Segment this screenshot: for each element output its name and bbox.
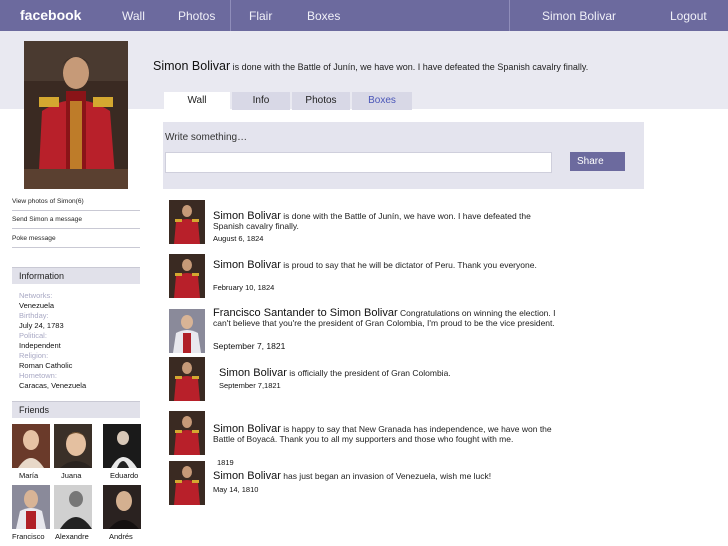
friend-photo	[103, 485, 141, 529]
profile-status-line: Simon Bolivar is done with the Battle of…	[153, 59, 588, 73]
friend-avatar[interactable]	[103, 485, 141, 529]
wall-post-body: Simon Bolivar has just began an invasion…	[213, 470, 558, 482]
santander-thumbnail	[169, 309, 205, 353]
write-something-label: Write something…	[165, 132, 248, 143]
friend-name[interactable]: María	[19, 471, 38, 480]
post-author-avatar[interactable]	[169, 309, 205, 353]
post-author-name[interactable]: Simon Bolivar	[213, 259, 281, 271]
bolivar-thumbnail	[169, 461, 205, 505]
profile-status-text: is done with the Battle of Junín, we hav…	[232, 62, 589, 72]
share-button[interactable]: Share	[570, 152, 625, 171]
top-navigation-bar: facebook Wall Photos Flair Boxes Simon B…	[0, 0, 728, 31]
post-text: is proud to say that he will be dictator…	[283, 260, 537, 270]
bolivar-thumbnail	[169, 411, 205, 455]
information-header: Information	[12, 267, 140, 284]
post-date: September 7,1821	[219, 381, 281, 390]
nav-photos-link[interactable]: Photos	[178, 9, 215, 23]
tab-info[interactable]: Info	[232, 92, 290, 110]
poke-link[interactable]: Poke message	[12, 235, 140, 248]
bolivar-thumbnail	[169, 254, 205, 298]
nav-divider	[230, 0, 231, 31]
wall-post-body: Simon Bolivar is proud to say that he wi…	[213, 259, 558, 271]
friend-photo	[12, 485, 50, 529]
friend-photo	[12, 424, 50, 468]
post-date: May 14, 1810	[213, 485, 259, 494]
info-religion-value: Roman Catholic	[19, 361, 73, 370]
friend-name[interactable]: Alexandre	[55, 532, 89, 541]
friend-name[interactable]: Juana	[61, 471, 81, 480]
wall-post-body: Francisco Santander to Simon Bolivar Con…	[213, 308, 558, 329]
friend-avatar[interactable]	[54, 424, 92, 468]
info-birthday-label: Birthday:	[19, 311, 49, 320]
nav-flair-link[interactable]: Flair	[249, 9, 272, 23]
post-author-name[interactable]: Simon Bolivar	[219, 367, 287, 379]
profile-portrait-image	[24, 41, 128, 189]
friend-name[interactable]: Andrés	[109, 532, 133, 541]
info-religion-label: Religion:	[19, 351, 49, 360]
info-political-label: Political:	[19, 331, 47, 340]
friends-header: Friends	[12, 401, 140, 418]
wall-post-input[interactable]	[165, 152, 552, 173]
nav-wall-link[interactable]: Wall	[122, 9, 145, 23]
post-author-avatar[interactable]	[169, 461, 205, 505]
nav-user-link[interactable]: Simon Bolivar	[542, 9, 616, 23]
info-birthday-value: July 24, 1783	[19, 321, 64, 330]
nav-boxes-link[interactable]: Boxes	[307, 9, 340, 23]
profile-name[interactable]: Simon Bolivar	[153, 59, 230, 73]
tab-wall[interactable]: Wall	[164, 92, 230, 110]
view-photos-link[interactable]: View photos of Simon(6)	[12, 198, 140, 211]
info-political-value: Independent	[19, 341, 61, 350]
facebook-logo[interactable]: facebook	[20, 7, 81, 23]
info-hometown-label: Hometown:	[19, 371, 57, 380]
post-author-name[interactable]: Simon Bolivar	[213, 470, 281, 482]
post-author-avatar[interactable]	[169, 411, 205, 455]
post-text: has just began an invasion of Venezuela,…	[283, 471, 492, 481]
friend-avatar[interactable]	[103, 424, 141, 468]
tab-photos[interactable]: Photos	[292, 92, 350, 110]
profile-picture[interactable]	[24, 41, 128, 189]
info-networks-value[interactable]: Venezuela	[19, 301, 54, 310]
nav-divider	[509, 0, 510, 31]
post-author-avatar[interactable]	[169, 200, 205, 244]
bolivar-thumbnail	[169, 357, 205, 401]
post-date: February 10, 1824	[213, 283, 275, 292]
wall-post-body: Simon Bolivar is officially the presiden…	[219, 367, 564, 379]
logout-link[interactable]: Logout	[670, 9, 707, 23]
friend-photo	[103, 424, 141, 468]
tab-boxes[interactable]: Boxes	[352, 92, 412, 110]
post-author-avatar[interactable]	[169, 357, 205, 401]
post-date: September 7, 1821	[213, 341, 286, 351]
wall-publisher: Write something… Share	[163, 122, 644, 189]
friend-avatar[interactable]	[12, 485, 50, 529]
post-date: August 6, 1824	[213, 234, 264, 243]
friend-avatar[interactable]	[12, 424, 50, 468]
post-text: is officially the president of Gran Colo…	[289, 368, 451, 378]
wall-post-body: Simon Bolivar is done with the Battle of…	[213, 211, 558, 232]
info-networks-label: Networks:	[19, 291, 53, 300]
bolivar-thumbnail	[169, 200, 205, 244]
info-hometown-value[interactable]: Caracas, Venezuela	[19, 381, 86, 390]
post-date: 1819	[217, 458, 234, 467]
post-author-avatar[interactable]	[169, 254, 205, 298]
friend-avatar[interactable]	[54, 485, 92, 529]
wall-post-body: Simon Bolivar is happy to say that New G…	[213, 424, 558, 445]
friend-photo	[54, 485, 92, 529]
friend-name[interactable]: Eduardo	[110, 471, 138, 480]
friend-name[interactable]: Francisco	[12, 532, 45, 541]
send-message-link[interactable]: Send Simon a message	[12, 216, 140, 229]
friend-photo	[54, 424, 92, 468]
